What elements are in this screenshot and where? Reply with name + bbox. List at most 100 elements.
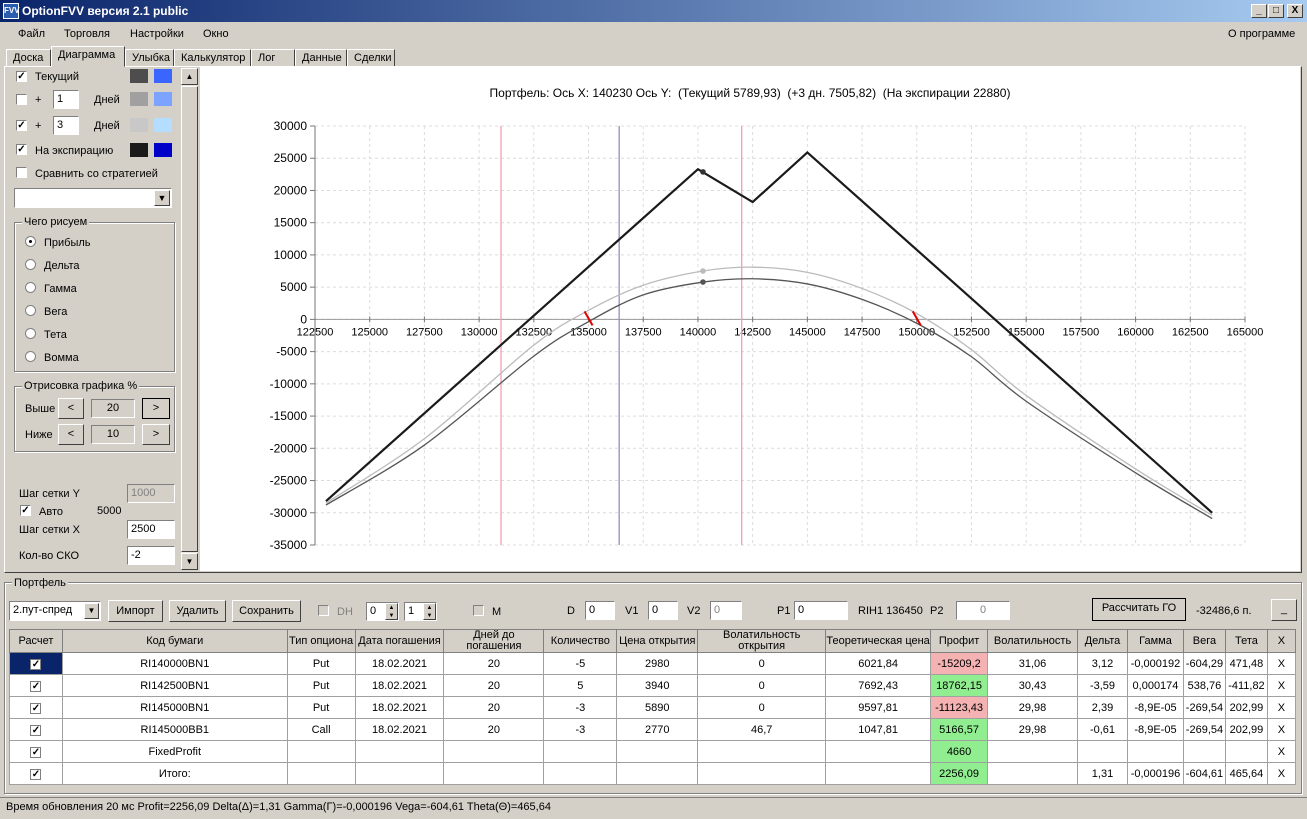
- column-header[interactable]: Волатильность открытия: [697, 629, 827, 653]
- calc-checkbox[interactable]: ✓: [30, 768, 42, 780]
- radio-profit[interactable]: [25, 236, 36, 247]
- radio-vomma[interactable]: [25, 351, 36, 362]
- p2-input[interactable]: 0: [956, 601, 1010, 620]
- exp-color-swatch[interactable]: [130, 143, 148, 157]
- remove-row-button[interactable]: X: [1266, 674, 1297, 697]
- compare-checkbox[interactable]: [16, 167, 27, 178]
- days3-color-swatch-2[interactable]: [154, 118, 172, 132]
- remove-row-button[interactable]: X: [1266, 696, 1297, 719]
- column-header[interactable]: Дней до погашения: [443, 629, 545, 653]
- dh-spin-2-arrows[interactable]: ▲ ▼: [423, 603, 436, 620]
- days3-input[interactable]: 3: [53, 116, 79, 135]
- close-button[interactable]: X: [1287, 4, 1303, 18]
- column-header[interactable]: Расчет: [9, 629, 63, 653]
- column-header[interactable]: Гамма: [1126, 629, 1184, 653]
- scroll-up-icon[interactable]: ▲: [181, 68, 198, 85]
- column-header[interactable]: Дата погашения: [354, 629, 445, 653]
- calc-checkbox-cell[interactable]: ✓: [9, 652, 63, 675]
- remove-row-button[interactable]: X: [1266, 740, 1297, 763]
- remove-row-button[interactable]: X: [1266, 652, 1297, 675]
- days3-color-swatch[interactable]: [130, 118, 148, 132]
- table-row[interactable]: ✓ RI145000BN1 Put 18.02.2021 20 -3 5890 0 9597,8…: [9, 696, 1297, 719]
- portfolio-chart[interactable]: Портфель: Ось X: 140230 Ось Y: (Текущий …: [200, 66, 1300, 571]
- days1-input[interactable]: 1: [53, 90, 79, 109]
- calc-checkbox-cell[interactable]: ✓: [9, 674, 63, 697]
- below-value[interactable]: 10: [91, 425, 135, 444]
- column-header[interactable]: Вега: [1182, 629, 1226, 653]
- days1-color-swatch[interactable]: [130, 92, 148, 106]
- m-checkbox[interactable]: [473, 605, 484, 616]
- calc-checkbox-cell[interactable]: ✓: [9, 740, 63, 763]
- table-row[interactable]: ✓ RI142500BN1 Put 18.02.2021 20 5 3940 0 7692,43…: [9, 674, 1297, 697]
- calc-checkbox[interactable]: ✓: [30, 702, 42, 714]
- chevron-down-icon[interactable]: ▼: [84, 603, 99, 619]
- calc-checkbox[interactable]: ✓: [30, 658, 42, 670]
- column-header[interactable]: Теоретическая цена: [825, 629, 932, 653]
- below-increase-button[interactable]: >: [142, 424, 170, 445]
- above-decrease-button[interactable]: <: [58, 398, 84, 419]
- calc-checkbox-cell[interactable]: ✓: [9, 718, 63, 741]
- tab-log[interactable]: Лог: [251, 49, 295, 67]
- column-header[interactable]: Код бумаги: [61, 629, 288, 653]
- table-row[interactable]: ✓ Итого: 2256,09 1,31 -0,000196 -604,61 465,64…: [9, 762, 1297, 785]
- column-header[interactable]: Тип опциона: [286, 629, 356, 653]
- above-value[interactable]: 20: [91, 399, 135, 418]
- exp-color-swatch-2[interactable]: [154, 143, 172, 157]
- strategy-compare-select[interactable]: [14, 188, 172, 208]
- below-decrease-button[interactable]: <: [58, 424, 84, 445]
- save-button[interactable]: Сохранить: [232, 600, 301, 622]
- radio-theta[interactable]: [25, 328, 36, 339]
- radio-vega[interactable]: [25, 305, 36, 316]
- radio-delta[interactable]: [25, 259, 36, 270]
- days1-color-swatch-2[interactable]: [154, 92, 172, 106]
- v1-input[interactable]: 0: [648, 601, 678, 620]
- current-checkbox[interactable]: ✓: [16, 71, 27, 82]
- minimize-button[interactable]: _: [1251, 4, 1267, 18]
- table-row[interactable]: ✓ RI145000BB1 Call 18.02.2021 20 -3 2770 46,7 10…: [9, 718, 1297, 741]
- v2-input[interactable]: 0: [710, 601, 742, 620]
- calc-go-button[interactable]: Рассчитать ГО: [1092, 598, 1186, 621]
- scroll-thumb[interactable]: [181, 86, 198, 552]
- dh-spin-1-arrows[interactable]: ▲ ▼: [385, 603, 398, 620]
- auto-checkbox[interactable]: ✓: [20, 505, 31, 516]
- maximize-button[interactable]: □: [1268, 4, 1284, 18]
- chevron-down-icon[interactable]: ▼: [154, 190, 170, 206]
- calc-checkbox[interactable]: ✓: [30, 680, 42, 692]
- remove-row-button[interactable]: X: [1266, 762, 1297, 785]
- column-header[interactable]: Цена открытия: [616, 629, 699, 653]
- calc-checkbox[interactable]: ✓: [30, 724, 42, 736]
- d-input[interactable]: 0: [585, 601, 615, 620]
- menu-about[interactable]: О программе: [1228, 28, 1295, 40]
- days1-checkbox[interactable]: [16, 94, 27, 105]
- tab-data[interactable]: Данные: [295, 49, 347, 67]
- current-color-swatch[interactable]: [130, 69, 148, 83]
- menu-file[interactable]: Файл: [18, 28, 45, 40]
- tab-calculator[interactable]: Калькулятор: [174, 49, 251, 67]
- chart-svg[interactable]: 30000 25000 20000 15000 10000 5000 0 -5000 -1000…: [200, 66, 1300, 571]
- tab-diagram[interactable]: Диаграмма: [51, 46, 125, 67]
- dh-checkbox[interactable]: [318, 605, 329, 616]
- calc-checkbox-cell[interactable]: ✓: [9, 696, 63, 719]
- menu-settings[interactable]: Настройки: [130, 28, 184, 40]
- column-header[interactable]: Профит: [930, 629, 989, 653]
- column-header[interactable]: X: [1266, 629, 1297, 653]
- column-header[interactable]: Тета: [1224, 629, 1268, 653]
- p1-input[interactable]: 0: [794, 601, 848, 620]
- radio-gamma[interactable]: [25, 282, 36, 293]
- tab-board[interactable]: Доска: [6, 49, 51, 67]
- menu-window[interactable]: Окно: [203, 28, 229, 40]
- expiration-checkbox[interactable]: ✓: [16, 144, 27, 155]
- table-row[interactable]: ✓ FixedProfit 4660 X: [9, 740, 1297, 763]
- menu-trading[interactable]: Торговля: [64, 28, 110, 40]
- remove-row-button[interactable]: X: [1266, 718, 1297, 741]
- column-header[interactable]: Дельта: [1077, 629, 1128, 653]
- grid-y-input[interactable]: 1000: [127, 484, 175, 503]
- tab-deals[interactable]: Сделки: [347, 49, 395, 67]
- sko-input[interactable]: -2: [127, 546, 175, 565]
- scroll-down-icon[interactable]: ▼: [181, 553, 198, 570]
- import-button[interactable]: Импорт: [108, 600, 163, 622]
- above-increase-button[interactable]: >: [142, 398, 170, 419]
- table-row[interactable]: ✓ RI140000BN1 Put 18.02.2021 20 -5 2980 0 6021,8…: [9, 652, 1297, 675]
- current-color-swatch-2[interactable]: [154, 69, 172, 83]
- calc-checkbox-cell[interactable]: ✓: [9, 762, 63, 785]
